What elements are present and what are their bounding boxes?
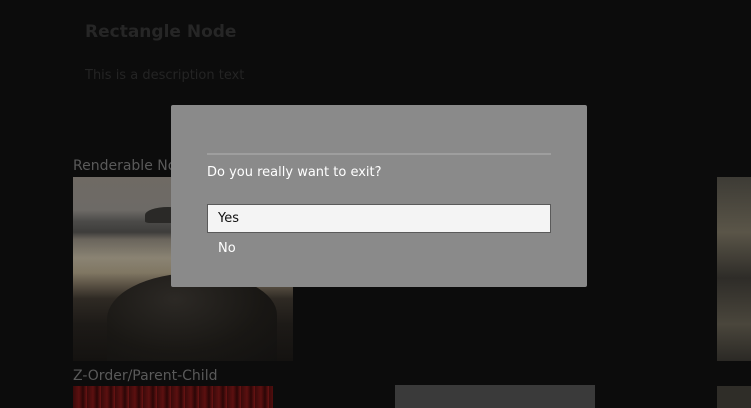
page-description: This is a description text (85, 68, 245, 83)
dialog-divider (207, 153, 551, 155)
page-title: Rectangle Node (85, 22, 237, 42)
exit-dialog: Do you really want to exit? Yes No (171, 105, 587, 287)
yes-button[interactable]: Yes (207, 204, 551, 233)
dialog-message: Do you really want to exit? (207, 165, 382, 180)
partial-photo-right (717, 177, 751, 361)
no-button[interactable]: No (207, 234, 551, 263)
section-label-z-order: Z-Order/Parent-Child (73, 368, 218, 384)
red-photo (73, 386, 273, 408)
app-screen: Rectangle Node This is a description tex… (0, 0, 751, 408)
partial-photo-right-bottom (717, 386, 751, 408)
gray-photo (395, 385, 595, 408)
